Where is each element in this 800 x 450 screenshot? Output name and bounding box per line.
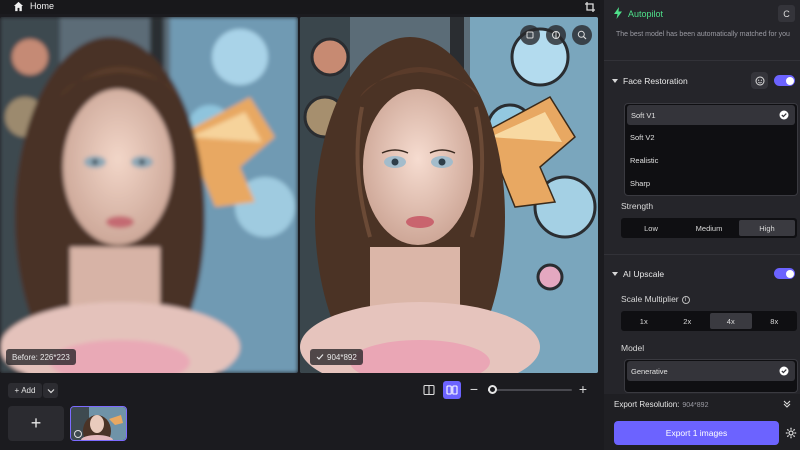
- bottom-toolbar: + Add − + +: [0, 376, 600, 450]
- zoom-in-button[interactable]: +: [577, 381, 589, 397]
- side-by-side-icon: [446, 385, 458, 395]
- export-resolution-value: 904*892: [682, 402, 709, 409]
- image-thumbnail[interactable]: [70, 406, 127, 441]
- before-size-badge: Before: 226*223: [6, 349, 76, 365]
- zoom-slider[interactable]: [488, 385, 572, 394]
- check-circle-icon: [779, 110, 789, 120]
- scale-multiplier-selector: 1x 2x 4x 8x: [621, 311, 797, 331]
- autopilot-title: Autopilot: [628, 9, 664, 19]
- crop-icon[interactable]: [584, 1, 596, 13]
- before-preview[interactable]: Before: 226*223: [0, 17, 298, 373]
- add-dropdown-button[interactable]: [43, 383, 58, 398]
- upscale-model-label: Generative: [631, 366, 668, 376]
- face-model-option[interactable]: Sharp: [625, 172, 797, 195]
- model-label: Model: [621, 343, 645, 353]
- toggle-knob: [785, 76, 794, 85]
- check-circle-icon: [779, 366, 789, 376]
- face-settings-button[interactable]: [751, 72, 768, 89]
- strength-selector: Low Medium High: [621, 218, 797, 238]
- before-image: [0, 17, 298, 373]
- compare-tool[interactable]: [546, 25, 566, 45]
- face-restoration-toggle[interactable]: [774, 75, 795, 86]
- info-icon[interactable]: i: [681, 295, 690, 304]
- face-model-option[interactable]: Soft V2: [625, 126, 797, 149]
- face-model-option[interactable]: Realistic: [625, 149, 797, 172]
- face-model-option[interactable]: Soft V1: [627, 105, 795, 125]
- compare-icon: [552, 31, 560, 39]
- after-size-label: 904*892: [327, 352, 357, 362]
- face-model-label: Realistic: [630, 156, 659, 165]
- face-model-label: Soft V1: [631, 110, 656, 120]
- refresh-button[interactable]: C: [778, 5, 795, 22]
- top-bar: Home: [0, 0, 600, 14]
- lightning-icon: [614, 7, 622, 19]
- single-view-button[interactable]: [421, 382, 437, 398]
- refresh-icon: C: [783, 8, 790, 19]
- check-icon: [316, 354, 324, 360]
- after-image: [300, 17, 598, 373]
- settings-panel: Autopilot C The best model has been auto…: [604, 0, 800, 450]
- preview-tools: [520, 25, 592, 45]
- autopilot-description: The best model has been automatically ma…: [616, 31, 790, 38]
- plus-icon: +: [14, 386, 20, 395]
- compare-view-button[interactable]: [443, 381, 461, 399]
- add-image-tile[interactable]: +: [8, 406, 64, 441]
- gear-icon[interactable]: [785, 427, 797, 439]
- ai-upscale-header[interactable]: AI Upscale: [612, 269, 664, 279]
- after-preview[interactable]: 904*892: [300, 17, 598, 373]
- toggle-knob: [785, 269, 794, 278]
- scale-option-4x[interactable]: 4x: [710, 313, 752, 329]
- export-resolution-label: Export Resolution:: [614, 400, 680, 409]
- after-size-badge: 904*892: [310, 349, 363, 365]
- face-model-list: Soft V1 Soft V2 Realistic Sharp: [624, 103, 798, 196]
- caret-down-icon: [612, 272, 618, 276]
- export-section: Export Resolution: 904*892 Export 1 image…: [604, 394, 800, 450]
- eraser-icon: [526, 31, 534, 39]
- section-divider: [604, 60, 800, 61]
- scale-multiplier-label: Scale Multiplier i: [621, 294, 690, 304]
- chevron-down-icon: [47, 388, 54, 393]
- upscale-model-option[interactable]: Generative: [627, 361, 795, 381]
- split-view-icon: [423, 384, 435, 396]
- face-restoration-title: Face Restoration: [623, 76, 688, 86]
- caret-down-icon: [612, 79, 618, 83]
- app-window: Home Before: 226*223 904*892 + Add − + +…: [0, 0, 800, 450]
- home-icon[interactable]: [13, 1, 24, 12]
- face-restoration-header[interactable]: Face Restoration: [612, 76, 688, 86]
- zoom-slider-thumb[interactable]: [488, 385, 498, 394]
- ai-upscale-toggle[interactable]: [774, 268, 795, 279]
- face-model-label: Sharp: [630, 179, 651, 188]
- scale-option-8x[interactable]: 8x: [754, 313, 796, 329]
- export-button[interactable]: Export 1 images: [614, 421, 779, 445]
- zoom-icon: [577, 30, 587, 40]
- add-button[interactable]: + Add: [8, 383, 42, 398]
- strength-option-low[interactable]: Low: [623, 220, 679, 236]
- strength-option-medium[interactable]: Medium: [681, 220, 737, 236]
- zoom-out-button[interactable]: −: [468, 381, 480, 397]
- scale-option-1x[interactable]: 1x: [623, 313, 665, 329]
- home-label[interactable]: Home: [30, 1, 54, 11]
- zoom-tool[interactable]: [572, 25, 592, 45]
- strength-label: Strength: [621, 201, 654, 211]
- double-chevron-down-icon[interactable]: [782, 399, 792, 409]
- ai-upscale-title: AI Upscale: [623, 269, 665, 279]
- face-model-label: Soft V2: [630, 133, 655, 142]
- face-icon: [755, 76, 764, 85]
- add-label: Add: [21, 386, 36, 395]
- eraser-tool[interactable]: [520, 25, 540, 45]
- scale-option-2x[interactable]: 2x: [667, 313, 709, 329]
- upscale-model-list: Generative: [624, 359, 798, 393]
- scale-multiplier-text: Scale Multiplier: [621, 294, 679, 304]
- section-divider: [604, 254, 800, 255]
- strength-option-high[interactable]: High: [739, 220, 795, 236]
- export-resolution: Export Resolution: 904*892: [614, 400, 708, 409]
- thumbnail-select-indicator[interactable]: [74, 430, 82, 438]
- before-size-label: Before: 226*223: [12, 352, 70, 362]
